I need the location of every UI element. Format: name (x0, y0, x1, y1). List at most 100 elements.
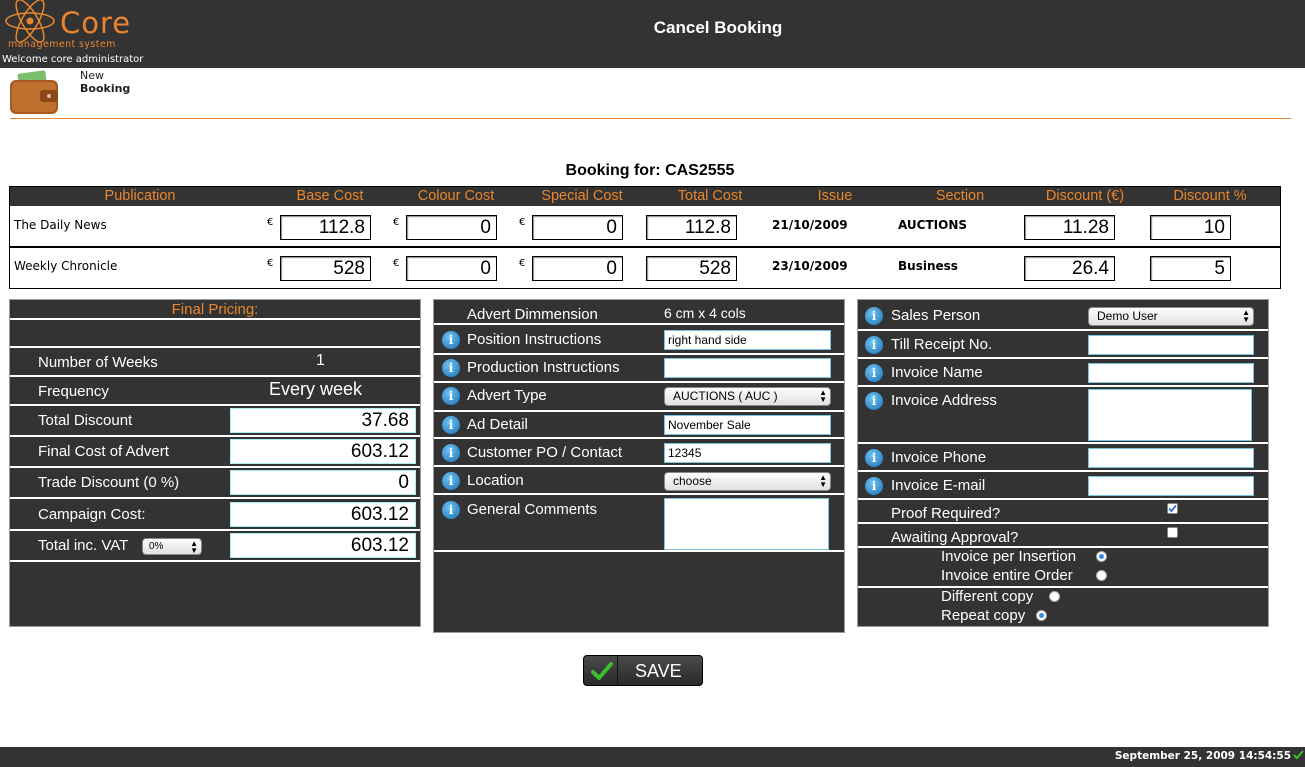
button-divider (617, 656, 618, 685)
col-section: Section (935, 188, 985, 204)
repeat-copy-radio[interactable] (1036, 610, 1047, 621)
col-discount-pct: Discount % (1173, 188, 1247, 204)
invoice-name-input[interactable] (1088, 363, 1254, 383)
dimension-label: Advert Dimmension (467, 306, 598, 323)
stepper-arrows-icon: ▲ ▼ (1242, 308, 1250, 324)
divider (434, 550, 844, 552)
invoice-per-insertion-radio[interactable] (1096, 551, 1107, 562)
divider (434, 465, 844, 467)
invoice-email-input[interactable] (1088, 476, 1254, 496)
info-icon[interactable]: i (865, 477, 883, 495)
awaiting-approval-checkbox[interactable] (1167, 527, 1178, 538)
divider (858, 470, 1268, 472)
divider (10, 318, 420, 320)
discount-pct-input[interactable]: 10 (1150, 215, 1231, 240)
advert-type-select[interactable]: AUCTIONS ( AUC ) ▲ ▼ (664, 387, 831, 406)
ad-detail-label: Ad Detail (467, 416, 528, 433)
colour-cost-input[interactable]: 0 (406, 256, 497, 281)
discount-eur-input[interactable]: 11.28 (1024, 215, 1115, 240)
sales-person-select[interactable]: Demo User ▲ ▼ (1088, 307, 1254, 326)
base-cost-input[interactable]: 112.8 (280, 215, 371, 240)
vat-total-field[interactable]: 603.12 (230, 533, 416, 558)
info-icon[interactable]: i (865, 392, 883, 410)
discount-pct-input[interactable]: 5 (1150, 256, 1231, 281)
total-cost-input[interactable]: 112.8 (646, 215, 737, 240)
base-cost-input[interactable]: 528 (280, 256, 371, 281)
info-icon[interactable]: i (865, 364, 883, 382)
divider (434, 353, 844, 355)
invoice-email-label: Invoice E-mail (891, 477, 986, 494)
divider (434, 410, 844, 412)
colour-cost-input[interactable]: 0 (406, 215, 497, 240)
weeks-label: Number of Weeks (38, 354, 158, 371)
col-issue: Issue (817, 188, 853, 204)
discount-eur-input[interactable]: 26.4 (1024, 256, 1115, 281)
welcome-text: Welcome core administrator (2, 54, 144, 65)
new-booking-label-line2[interactable]: Booking (80, 82, 130, 95)
invoice-phone-input[interactable] (1088, 448, 1254, 468)
vat-total-label: Total inc. VAT (38, 537, 129, 554)
divider (434, 381, 844, 383)
new-booking-label-line1[interactable]: New (80, 69, 104, 82)
repeat-copy-label: Repeat copy (941, 607, 1026, 624)
checkmark-icon (1293, 750, 1304, 760)
different-copy-radio[interactable] (1049, 591, 1060, 602)
col-colour-cost: Colour Cost (417, 188, 495, 204)
production-input[interactable] (664, 358, 831, 378)
stepper-arrows-icon: ▲ ▼ (819, 388, 827, 404)
stepper-arrows-icon: ▲ ▼ (190, 539, 198, 555)
col-total-cost: Total Cost (677, 188, 743, 204)
save-button[interactable]: SAVE (583, 655, 703, 686)
ad-detail-input[interactable]: November Sale (664, 415, 831, 435)
info-icon[interactable]: i (442, 359, 460, 377)
info-icon[interactable]: i (865, 307, 883, 325)
info-icon[interactable]: i (442, 387, 460, 405)
vat-rate-select[interactable]: 0% ▲ ▼ (142, 538, 202, 555)
total-discount-label: Total Discount (38, 412, 133, 429)
special-cost-input[interactable]: 0 (532, 256, 623, 281)
special-cost-input[interactable]: 0 (532, 215, 623, 240)
page-title: Cancel Booking (653, 18, 783, 37)
divider (10, 375, 420, 377)
proof-required-checkbox[interactable] (1167, 503, 1178, 514)
final-cost-field[interactable]: 603.12 (230, 439, 416, 464)
currency-symbol: € (393, 217, 400, 228)
till-receipt-input[interactable] (1088, 335, 1254, 355)
info-icon[interactable]: i (442, 501, 460, 519)
divider (10, 404, 420, 406)
campaign-cost-field[interactable]: 603.12 (230, 502, 416, 527)
invoice-address-textarea[interactable] (1088, 389, 1252, 441)
sales-person-label: Sales Person (891, 307, 981, 324)
divider (10, 529, 420, 531)
section-name: Business (898, 259, 958, 273)
dimension-value: 6 cm x 4 cols (664, 305, 746, 321)
customer-po-input[interactable]: 12345 (664, 443, 831, 463)
comments-textarea[interactable] (664, 498, 829, 550)
info-icon[interactable]: i (442, 331, 460, 349)
divider (858, 586, 1268, 588)
position-label: Position Instructions (467, 331, 602, 348)
position-input[interactable]: right hand side (664, 330, 831, 350)
info-icon[interactable]: i (442, 416, 460, 434)
info-icon[interactable]: i (865, 449, 883, 467)
divider (858, 357, 1268, 359)
checkmark-icon (591, 662, 613, 680)
trade-discount-field[interactable]: 0 (230, 470, 416, 495)
total-discount-field[interactable]: 37.68 (230, 408, 416, 433)
divider (10, 560, 420, 562)
col-base-cost: Base Cost (296, 188, 364, 204)
divider (434, 437, 844, 439)
invoice-name-label: Invoice Name (891, 364, 983, 381)
divider (10, 435, 420, 437)
invoice-entire-order-radio[interactable] (1096, 570, 1107, 581)
location-select[interactable]: choose ▲ ▼ (664, 472, 831, 491)
divider (10, 118, 1291, 119)
divider (858, 442, 1268, 444)
advert-details-panel: Advert Dimmension 6 cm x 4 cols i Positi… (433, 299, 845, 633)
info-icon[interactable]: i (442, 444, 460, 462)
info-icon[interactable]: i (865, 336, 883, 354)
total-cost-input[interactable]: 528 (646, 256, 737, 281)
divider (858, 329, 1268, 331)
customer-po-label: Customer PO / Contact (467, 444, 623, 461)
info-icon[interactable]: i (442, 472, 460, 490)
